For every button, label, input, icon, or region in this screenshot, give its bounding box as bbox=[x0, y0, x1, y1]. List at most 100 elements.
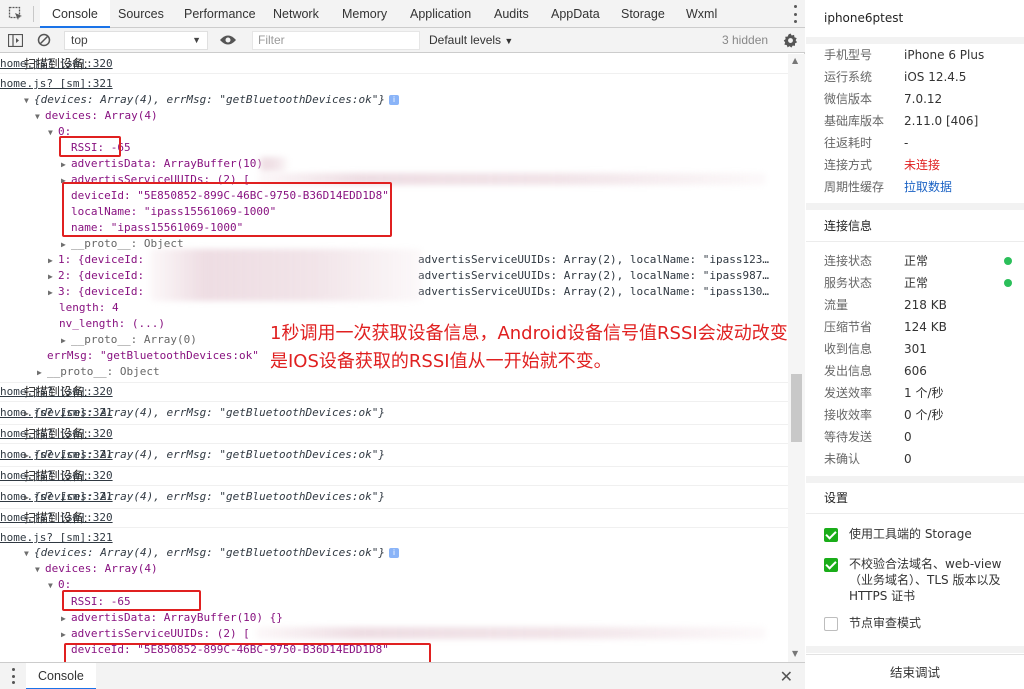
inspect-element-icon[interactable] bbox=[2, 0, 30, 28]
info-row: 运行系统 iOS 12.4.5 bbox=[824, 70, 967, 84]
status-ok-icon bbox=[1004, 257, 1012, 265]
drawer-menu-icon[interactable] bbox=[10, 668, 16, 684]
tab-audits[interactable]: Audits bbox=[494, 0, 529, 28]
tab-appdata[interactable]: AppData bbox=[551, 0, 600, 28]
info-icon: i bbox=[389, 95, 399, 105]
row-divider bbox=[0, 401, 788, 402]
chevron-down-icon: ▼ bbox=[192, 35, 201, 45]
row-divider bbox=[0, 73, 788, 74]
conn-row: 收到信息 301 bbox=[824, 342, 927, 356]
highlight-box bbox=[59, 136, 121, 157]
source-link[interactable]: home.js? [sm]:320 bbox=[0, 425, 758, 443]
checkbox-checked-icon[interactable] bbox=[824, 528, 838, 542]
settings-title: 设置 bbox=[824, 491, 849, 505]
collapsed-triangle-icon: ▶ bbox=[37, 368, 42, 377]
conn-row: 未确认 0 bbox=[824, 452, 912, 466]
close-icon[interactable]: ✕ bbox=[780, 667, 793, 687]
log-levels-label: Default levels bbox=[429, 33, 502, 47]
section-divider bbox=[806, 646, 1024, 653]
source-link[interactable]: home.js? [sm]:321 bbox=[0, 404, 758, 422]
conn-row: 流量 218 KB bbox=[824, 298, 947, 312]
highlight-box bbox=[62, 182, 392, 237]
clear-console-icon[interactable] bbox=[30, 26, 58, 54]
tab-network[interactable]: Network bbox=[273, 0, 319, 28]
scroll-down-icon[interactable]: ▼ bbox=[792, 649, 798, 658]
row-divider bbox=[0, 527, 788, 528]
setting-use-storage[interactable]: 使用工具端的 Storage bbox=[824, 526, 1014, 542]
tab-wxml[interactable]: Wxml bbox=[686, 0, 717, 28]
source-link[interactable]: home.js? [sm]:320 bbox=[0, 383, 758, 401]
section-divider bbox=[806, 203, 1024, 210]
section-divider bbox=[806, 513, 1024, 514]
tab-application[interactable]: Application bbox=[410, 0, 471, 28]
checkbox-unchecked-icon[interactable] bbox=[824, 617, 838, 631]
highlight-box bbox=[62, 590, 201, 611]
conn-row: 服务状态 正常 bbox=[824, 272, 1014, 294]
device-name: iphone6ptest bbox=[824, 11, 904, 25]
section-divider bbox=[806, 37, 1024, 44]
context-select-value: top bbox=[71, 33, 88, 47]
proto-outer[interactable]: ▶ __proto__: Object bbox=[37, 363, 160, 381]
expanded-triangle-icon: ▼ bbox=[35, 565, 40, 574]
conn-row: 等待发送 0 bbox=[824, 430, 912, 444]
row-divider bbox=[0, 443, 788, 444]
gear-icon[interactable] bbox=[776, 26, 804, 54]
info-row: 连接方式 未连接 bbox=[824, 154, 1014, 176]
filter-input[interactable]: Filter bbox=[252, 31, 420, 50]
info-icon: i bbox=[389, 548, 399, 558]
tab-divider bbox=[33, 6, 34, 22]
scroll-up-icon[interactable]: ▲ bbox=[792, 56, 798, 65]
redacted-area bbox=[258, 157, 288, 171]
highlight-box bbox=[64, 643, 431, 662]
conn-row: 接收效率 0 个/秒 bbox=[824, 408, 944, 422]
console-scrollbar[interactable]: ▲ ▼ bbox=[788, 54, 805, 662]
tab-storage[interactable]: Storage bbox=[621, 0, 665, 28]
chevron-down-icon: ▼ bbox=[504, 36, 514, 46]
console-output: 扫描到设备: home.js? [sm]:320 home.js? [sm]:3… bbox=[0, 54, 788, 662]
tab-performance[interactable]: Performance bbox=[184, 0, 256, 28]
redacted-area bbox=[256, 627, 766, 639]
console-filterbar: top ▼ Filter Default levels ▼ 3 hidden bbox=[0, 28, 805, 53]
show-sidebar-icon[interactable] bbox=[1, 26, 29, 54]
info-row: 往返耗时 - bbox=[824, 136, 909, 150]
source-link[interactable]: home.js? [sm]:320 bbox=[0, 467, 758, 485]
log-levels-dropdown[interactable]: Default levels ▼ bbox=[429, 28, 513, 53]
setting-node-inspect[interactable]: 节点审查模式 bbox=[824, 615, 1014, 631]
console-drawer: Console ✕ bbox=[0, 662, 805, 689]
context-select[interactable]: top ▼ bbox=[64, 31, 208, 50]
conn-row: 发出信息 606 bbox=[824, 364, 927, 378]
collapsed-triangle-icon: ▶ bbox=[61, 630, 66, 639]
info-row: 周期性缓存 拉取数据 bbox=[824, 176, 1014, 198]
conn-row: 压缩节省 124 KB bbox=[824, 320, 947, 334]
devtools: Console Sources Performance Network Memo… bbox=[0, 0, 805, 689]
expanded-triangle-icon: ▼ bbox=[48, 128, 53, 137]
setting-skip-domain-check[interactable]: 不校验合法域名、web-view（业务域名）、TLS 版本以及 HTTPS 证书 bbox=[824, 556, 1014, 604]
redacted-area bbox=[150, 249, 422, 301]
source-link[interactable]: home.js? [sm]:320 bbox=[0, 509, 758, 527]
section-divider bbox=[806, 476, 1024, 483]
tab-console[interactable]: Console bbox=[40, 0, 110, 28]
row-divider bbox=[0, 485, 788, 486]
checkbox-checked-icon[interactable] bbox=[824, 558, 838, 572]
device-3-summary: advertisServiceUUIDs: Array(2), localNam… bbox=[418, 285, 769, 298]
expanded-triangle-icon: ▼ bbox=[35, 112, 40, 121]
section-divider bbox=[806, 241, 1024, 242]
drawer-tab-console[interactable]: Console bbox=[26, 663, 96, 689]
source-link[interactable]: home.js? [sm]:321 bbox=[0, 488, 758, 506]
scrollbar-thumb[interactable] bbox=[791, 374, 802, 442]
tab-memory[interactable]: Memory bbox=[342, 0, 387, 28]
conn-row: 发送效率 1 个/秒 bbox=[824, 386, 944, 400]
end-debug-button[interactable]: 结束调试 bbox=[806, 654, 1024, 689]
pull-data-link[interactable]: 拉取数据 bbox=[904, 176, 952, 198]
source-link[interactable]: home.js? [sm]:321 bbox=[0, 446, 758, 464]
eye-icon[interactable] bbox=[214, 26, 242, 54]
collapsed-triangle-icon: ▶ bbox=[48, 288, 53, 297]
info-row: 手机型号 iPhone 6 Plus bbox=[824, 48, 985, 62]
hidden-count: 3 hidden bbox=[722, 33, 769, 47]
devtools-tabbar: Console Sources Performance Network Memo… bbox=[0, 0, 805, 28]
device-panel: iphone6ptest 手机型号 iPhone 6 Plus 运行系统 iOS 1… bbox=[806, 0, 1024, 689]
connection-status: 未连接 bbox=[904, 158, 941, 172]
source-link[interactable]: home.js? [sm]:320 bbox=[0, 55, 758, 73]
more-options-icon[interactable] bbox=[791, 5, 799, 23]
tab-sources[interactable]: Sources bbox=[118, 0, 164, 28]
